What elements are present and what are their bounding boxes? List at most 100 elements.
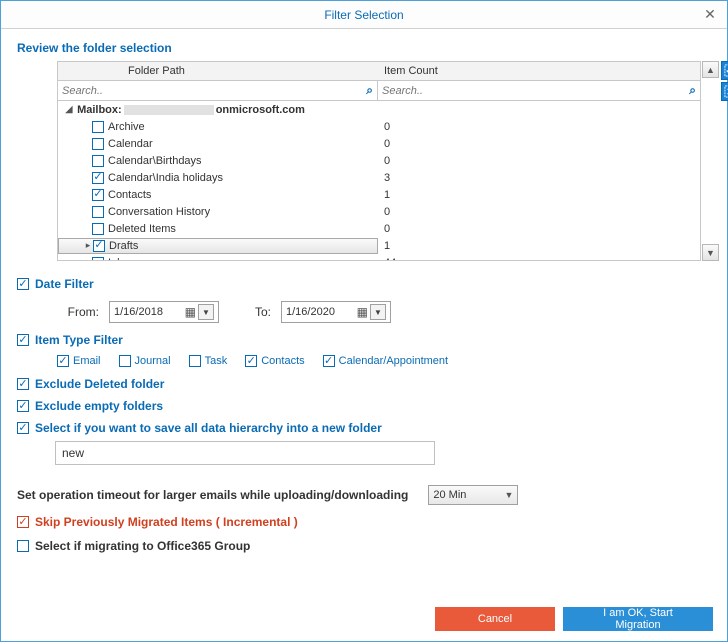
row-count: 0 <box>378 138 700 150</box>
chevron-down-icon[interactable]: ▼ <box>198 304 214 320</box>
item-type-checkbox[interactable] <box>323 355 335 367</box>
new-folder-input[interactable]: new <box>55 441 435 465</box>
check-all-button[interactable] <box>721 61 728 80</box>
item-type-checkbox[interactable] <box>245 355 257 367</box>
search-count-input[interactable] <box>378 82 700 100</box>
item-type-checkbox[interactable] <box>57 355 69 367</box>
folder-tree: Folder Path Item Count ⌕ ⌕ ◢ Mailbox:onm… <box>57 61 701 261</box>
timeout-value: 20 Min <box>433 489 466 501</box>
item-type-checkbox[interactable] <box>119 355 131 367</box>
item-type-label: Contacts <box>261 355 304 367</box>
item-type-task[interactable]: Task <box>189 355 228 367</box>
search-folder-input[interactable] <box>58 82 377 100</box>
row-count: 0 <box>378 121 700 133</box>
item-type-filter-label: Item Type Filter <box>35 333 123 347</box>
tree-body[interactable]: ◢ Mailbox:onmicrosoft.comArchive0Calenda… <box>57 101 701 261</box>
from-date-value: 1/16/2018 <box>114 306 163 318</box>
timeout-label: Set operation timeout for larger emails … <box>17 488 408 502</box>
save-hierarchy-label: Select if you want to save all data hier… <box>35 421 382 435</box>
tree-row[interactable]: Conversation History 0 <box>58 203 700 220</box>
item-type-calendarappointment[interactable]: Calendar/Appointment <box>323 355 448 367</box>
skip-migrated-label: Skip Previously Migrated Items ( Increme… <box>35 515 298 529</box>
tree-header: Folder Path Item Count <box>57 61 701 81</box>
side-buttons <box>721 61 728 103</box>
tree-row[interactable]: Archive 0 <box>58 118 700 135</box>
chevron-down-icon[interactable]: ▼ <box>370 304 386 320</box>
from-label: From: <box>57 305 99 319</box>
row-checkbox[interactable] <box>92 121 104 133</box>
tree-row[interactable]: Calendar 0 <box>58 135 700 152</box>
close-button[interactable]: ✕ <box>699 4 721 24</box>
from-date-input[interactable]: 1/16/2018 ▦ ▼ <box>109 301 219 323</box>
row-count: 44 <box>378 257 700 262</box>
item-type-label: Calendar/Appointment <box>339 355 448 367</box>
exclude-deleted-checkbox[interactable] <box>17 378 29 390</box>
uncheck-all-button[interactable] <box>721 82 728 101</box>
row-count: 1 <box>378 189 700 201</box>
row-checkbox[interactable] <box>92 155 104 167</box>
item-type-contacts[interactable]: Contacts <box>245 355 304 367</box>
tree-search-row: ⌕ ⌕ <box>57 81 701 101</box>
row-label: Contacts <box>108 189 151 201</box>
row-checkbox[interactable] <box>92 172 104 184</box>
row-label: Conversation History <box>108 206 210 218</box>
chevron-down-icon: ▼ <box>504 490 513 500</box>
item-type-label: Task <box>205 355 228 367</box>
scroll-up-button[interactable]: ▲ <box>702 61 719 78</box>
row-checkbox[interactable] <box>92 189 104 201</box>
row-count: 0 <box>378 223 700 235</box>
row-label: Inbox <box>108 257 135 262</box>
item-type-checkbox[interactable] <box>189 355 201 367</box>
review-label: Review the folder selection <box>17 41 711 55</box>
item-types-row: Email Journal Task Contacts Calendar/Appoint… <box>57 355 711 367</box>
row-checkbox[interactable] <box>92 257 104 262</box>
col-folder-path[interactable]: Folder Path <box>58 65 378 77</box>
search-icon[interactable]: ⌕ <box>689 83 696 98</box>
item-type-journal[interactable]: Journal <box>119 355 171 367</box>
row-label: Calendar\India holidays <box>108 172 223 184</box>
scroll-down-button[interactable]: ▼ <box>702 244 719 261</box>
date-filter-label: Date Filter <box>35 277 94 291</box>
exclude-deleted-label: Exclude Deleted folder <box>35 377 164 391</box>
tree-row[interactable]: Calendar\India holidays3 <box>58 169 700 186</box>
new-folder-value: new <box>62 446 84 460</box>
footer: Cancel I am OK, Start Migration <box>435 607 713 631</box>
row-label: Calendar\Birthdays <box>108 155 202 167</box>
item-type-label: Email <box>73 355 101 367</box>
window-title: Filter Selection <box>324 8 403 22</box>
row-count: 0 <box>378 206 700 218</box>
mailbox-row[interactable]: ◢ Mailbox:onmicrosoft.com <box>58 101 700 118</box>
row-checkbox[interactable] <box>92 206 104 218</box>
save-hierarchy-checkbox[interactable] <box>17 422 29 434</box>
row-count: 0 <box>378 155 700 167</box>
calendar-icon: ▦ <box>357 305 368 319</box>
tree-row[interactable]: Calendar\Birthdays 0 <box>58 152 700 169</box>
row-checkbox[interactable] <box>92 138 104 150</box>
row-checkbox[interactable] <box>92 223 104 235</box>
row-label: Calendar <box>108 138 153 150</box>
to-date-value: 1/16/2020 <box>286 306 335 318</box>
tree-row[interactable]: Inbox 44 <box>58 254 700 261</box>
tree-row[interactable]: Deleted Items 0 <box>58 220 700 237</box>
item-type-filter-checkbox[interactable] <box>17 334 29 346</box>
o365-group-checkbox[interactable] <box>17 540 29 552</box>
col-item-count[interactable]: Item Count <box>378 65 700 77</box>
row-label: Deleted Items <box>108 223 176 235</box>
tree-row[interactable]: ▸Drafts1 <box>58 237 700 254</box>
o365-group-label: Select if migrating to Office365 Group <box>35 539 250 553</box>
cancel-button[interactable]: Cancel <box>435 607 555 631</box>
date-filter-checkbox[interactable] <box>17 278 29 290</box>
tree-row[interactable]: Contacts 1 <box>58 186 700 203</box>
timeout-select[interactable]: 20 Min ▼ <box>428 485 518 505</box>
item-type-label: Journal <box>135 355 171 367</box>
start-migration-button[interactable]: I am OK, Start Migration <box>563 607 713 631</box>
row-label: Archive <box>108 121 145 133</box>
to-date-input[interactable]: 1/16/2020 ▦ ▼ <box>281 301 391 323</box>
search-icon[interactable]: ⌕ <box>366 83 373 98</box>
row-label: Drafts <box>109 240 138 252</box>
item-type-email[interactable]: Email <box>57 355 101 367</box>
scrollbar-vertical[interactable]: ▲ ▼ <box>702 61 719 261</box>
skip-migrated-checkbox[interactable] <box>17 516 29 528</box>
row-checkbox[interactable] <box>93 240 105 252</box>
exclude-empty-checkbox[interactable] <box>17 400 29 412</box>
